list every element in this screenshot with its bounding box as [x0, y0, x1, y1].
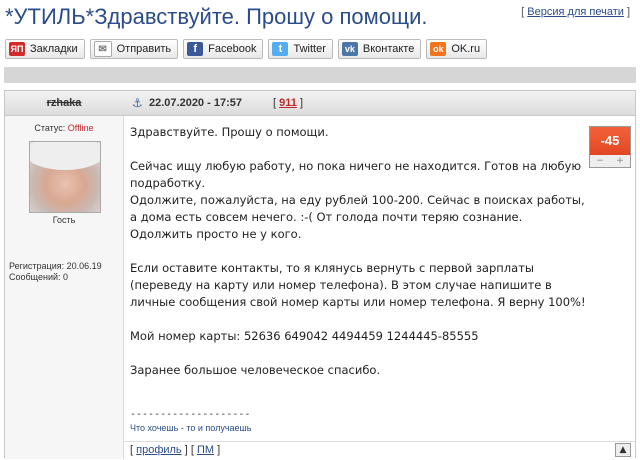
print-link-wrap: [ Версия для печати ] [521, 6, 630, 18]
share-label: Закладки [30, 43, 78, 55]
bracket: [ [273, 97, 277, 109]
post-paragraph: Если оставите контакты, то я клянусь вер… [130, 261, 586, 309]
rating-plus-button[interactable]: + [616, 156, 624, 166]
bookmark-icon: ЯП [9, 42, 25, 56]
share-button-twitter[interactable]: t Twitter [268, 39, 333, 59]
share-label: Вконтакте [362, 43, 415, 55]
share-button-bookmarks[interactable]: ЯП Закладки [5, 39, 85, 59]
anchor-icon[interactable]: ⚓ [132, 96, 143, 110]
signature-divider: -------------------- [130, 409, 251, 420]
share-label: Twitter [293, 43, 326, 55]
post-number-link[interactable]: 911 [279, 97, 297, 109]
post-paragraph: Сейчас ищу любую работу, но пока ничего … [130, 159, 585, 241]
scroll-up-icon[interactable]: ▲ [615, 443, 631, 457]
post-paragraph: Здравствуйте. Прошу о помощи. [130, 125, 329, 139]
rating-buttons: − + [590, 155, 630, 167]
mail-icon: ✉ [93, 41, 112, 57]
author-stats: Регистрация: 20.06.19 Сообщений: 0 [9, 261, 102, 283]
signature: Что хочешь - то и получаешь [130, 423, 252, 433]
post-author[interactable]: rzhaka [5, 91, 123, 115]
post-footer: [ профиль ] [ ПМ ] ▲ [124, 441, 635, 458]
status-value: Offline [67, 123, 94, 133]
post-footer-links: [ профиль ] [ ПМ ] [130, 444, 220, 456]
twitter-icon: t [272, 42, 289, 56]
share-label: Facebook [208, 43, 257, 55]
bracket: ] [626, 6, 630, 18]
share-label: OK.ru [451, 43, 481, 55]
post-date: 22.07.2020 - 17:57 [149, 97, 242, 109]
status-label: Статус: [34, 123, 66, 133]
print-version-link[interactable]: Версия для печати [527, 6, 624, 18]
forum-post: rzhaka ⚓ 22.07.2020 - 17:57 [ 911 ] Стат… [4, 90, 636, 459]
rating-value: -45 [590, 127, 630, 155]
post-paragraph: Заранее большое человеческое спасибо. [130, 363, 381, 377]
bracket: [ [521, 6, 525, 18]
share-button-vk[interactable]: vk Вконтакте [337, 39, 422, 59]
share-bar: ЯП Закладки ✉ Отправить f Facebook t Twi… [5, 39, 488, 61]
post-number-wrap: [ 911 ] [273, 97, 303, 109]
ok-icon: ok [430, 42, 447, 56]
pm-link[interactable]: ПМ [197, 444, 214, 456]
bracket: ] [299, 97, 303, 109]
rating-minus-button[interactable]: − [596, 156, 604, 166]
divider-bar [4, 67, 636, 83]
registration-date: Регистрация: 20.06.19 [9, 261, 102, 271]
title-row: *УТИЛЬ*Здравствуйте. Прошу о помощи. [ В… [0, 0, 640, 34]
bracket: [ [130, 444, 134, 456]
facebook-icon: f [187, 42, 204, 56]
share-button-ok[interactable]: ok OK.ru [426, 39, 488, 59]
author-panel: Статус: Offline Гость Регистрация: 20.06… [5, 116, 124, 459]
post-content: Здравствуйте. Прошу о помощи. Сейчас ищу… [124, 116, 635, 459]
page-title: *УТИЛЬ*Здравствуйте. Прошу о помощи. [5, 4, 428, 29]
vk-icon: vk [341, 42, 358, 56]
profile-link[interactable]: профиль [136, 444, 182, 456]
author-status: Статус: Offline [5, 123, 123, 133]
post-header: rzhaka ⚓ 22.07.2020 - 17:57 [ 911 ] [5, 91, 635, 116]
share-button-send[interactable]: ✉ Отправить [89, 39, 179, 59]
bracket: ] [217, 444, 221, 456]
bracket: ] [184, 444, 188, 456]
post-body: Здравствуйте. Прошу о помощи. Сейчас ищу… [130, 124, 586, 396]
post-paragraph: Мой номер карты: 52636 649042 4494459 12… [130, 329, 479, 343]
message-count: Сообщений: 0 [9, 272, 69, 282]
author-role: Гость [52, 215, 76, 225]
avatar [29, 141, 101, 213]
share-button-facebook[interactable]: f Facebook [183, 39, 264, 59]
bracket: [ [190, 444, 194, 456]
share-label: Отправить [116, 43, 172, 55]
post-rating: -45 − + [589, 126, 631, 168]
